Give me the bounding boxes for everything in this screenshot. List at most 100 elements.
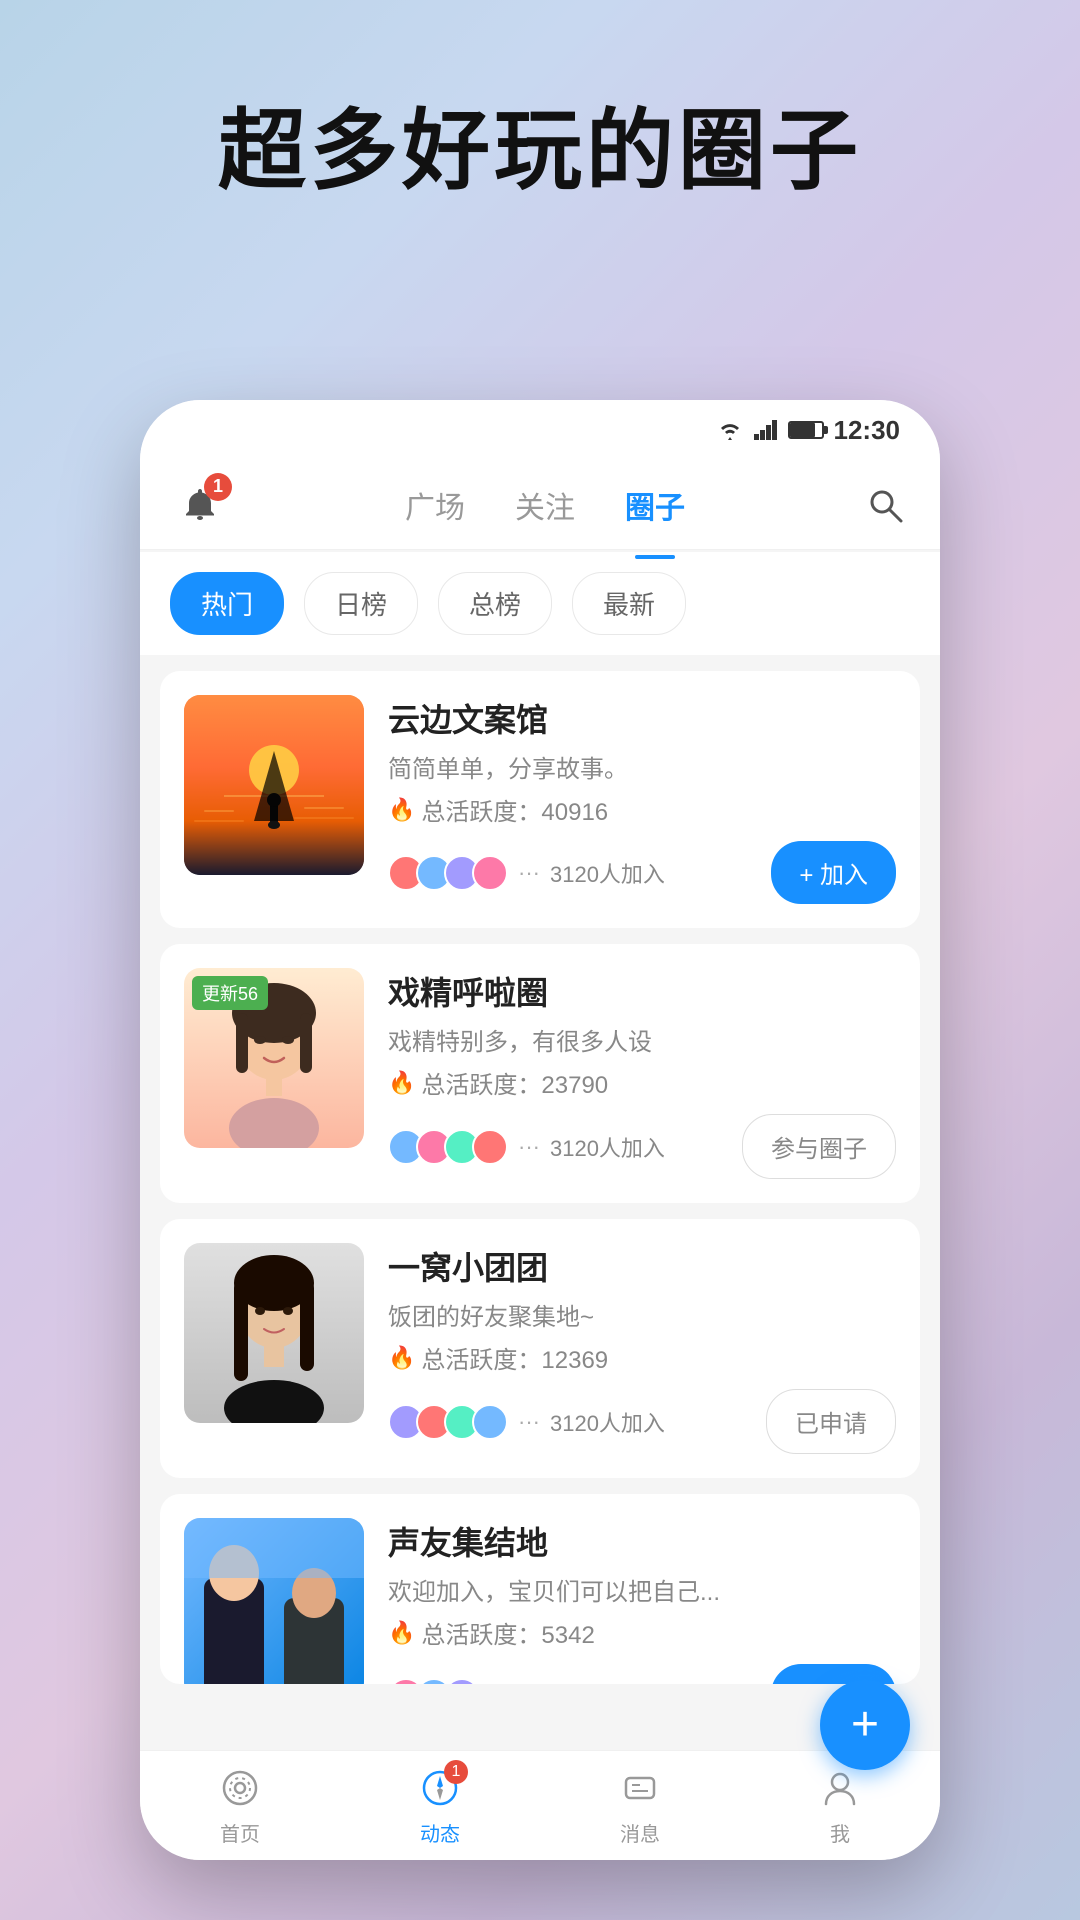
filter-total[interactable]: 总榜 [438,572,552,635]
circle-activity-3: 🔥 总活跃度：12369 [388,1340,896,1375]
circle-name-2: 戏精呼啦圈 [388,968,896,1014]
feed-icon-container: 1 [416,1764,464,1812]
member-avatars-4 [388,1678,480,1685]
join-button-3[interactable]: 已申请 [766,1389,896,1454]
member-count-4: 3120人加入 [522,1680,637,1685]
member-avatar [472,1404,508,1440]
circle-members-4: ··· 3120人加入 [388,1678,637,1685]
nav-messages[interactable]: 消息 [616,1764,664,1847]
circle-card-4: 声友集结地 欢迎加入，宝贝们可以把自己... 🔥 总活跃度：5342 ··· [160,1494,920,1684]
member-avatars-2 [388,1129,508,1165]
fire-icon-4: 🔥 [388,1620,415,1646]
hero-title: 超多好玩的圈子 [0,80,1080,207]
circle-thumb-1 [184,695,364,875]
circle-desc-2: 戏精特别多，有很多人设 [388,1022,896,1057]
message-icon [620,1768,660,1808]
search-button[interactable] [860,480,910,530]
feed-badge: 1 [444,1760,468,1784]
tab-圈子[interactable]: 圈子 [625,473,685,537]
member-avatars-1 [388,855,508,891]
nav-profile-label: 我 [830,1818,850,1847]
circle-info-3: 一窝小团团 饭团的好友聚集地~ 🔥 总活跃度：12369 ··· [388,1243,896,1454]
tab-关注[interactable]: 关注 [515,473,575,537]
circle-name-3: 一窝小团团 [388,1243,896,1289]
circle-card-2: 更新56 [160,944,920,1203]
member-avatars-3 [388,1404,508,1440]
nav-tabs: 广场 关注 圈子 [230,473,860,537]
nav-home[interactable]: 首页 [216,1764,264,1847]
member-dots: ··· [518,1134,540,1160]
member-dots: ··· [518,1409,540,1435]
nav-feed[interactable]: 1 动态 [416,1764,464,1847]
fab-icon: + [851,1701,879,1749]
circle-name-1: 云边文案馆 [388,695,896,741]
circle-bottom-3: ··· 3120人加入 已申请 [388,1389,896,1454]
signal-icon [754,420,778,440]
home-icon [220,1768,260,1808]
profile-icon-container [816,1764,864,1812]
update-badge-2: 更新56 [192,976,268,1010]
circle-desc-1: 简简单单，分享故事。 [388,749,896,784]
circle-info-4: 声友集结地 欢迎加入，宝贝们可以把自己... 🔥 总活跃度：5342 ··· [388,1518,896,1684]
filter-daily[interactable]: 日榜 [304,572,418,635]
circle-desc-3: 饭团的好友聚集地~ [388,1297,896,1332]
nav-home-label: 首页 [220,1818,260,1847]
member-avatar [472,855,508,891]
circle-card-3: 一窝小团团 饭团的好友聚集地~ 🔥 总活跃度：12369 ··· [160,1219,920,1478]
header: 1 广场 关注 圈子 [140,460,940,550]
member-avatar [472,1129,508,1165]
fire-icon-1: 🔥 [388,797,415,823]
circle-bottom-4: ··· 3120人加入 + 加入 [388,1664,896,1684]
circle-members-3: ··· 3120人加入 [388,1404,665,1440]
member-dots: ··· [518,860,540,886]
circle-members-1: ··· 3120人加入 [388,855,665,891]
circle-desc-4: 欢迎加入，宝贝们可以把自己... [388,1572,896,1607]
circle-members-2: ··· 3120人加入 [388,1129,665,1165]
circle-bottom-2: ··· 3120人加入 参与圈子 [388,1114,896,1179]
filter-latest[interactable]: 最新 [572,572,686,635]
fire-icon-3: 🔥 [388,1345,415,1371]
circle-thumb-2: 更新56 [184,968,364,1148]
messages-icon-container [616,1764,664,1812]
bell-button[interactable]: 1 [170,475,230,535]
wifi-icon [716,419,744,441]
bell-badge: 1 [204,473,232,501]
join-button-1[interactable]: + 加入 [771,841,896,904]
circle-card-1: 云边文案馆 简简单单，分享故事。 🔥 总活跃度：40916 ··· [160,671,920,928]
battery-icon [788,421,824,439]
tab-广场[interactable]: 广场 [405,473,465,537]
nav-messages-label: 消息 [620,1818,660,1847]
circle-name-4: 声友集结地 [388,1518,896,1564]
nav-profile[interactable]: 我 [816,1764,864,1847]
member-count-3: 3120人加入 [550,1406,665,1438]
member-avatar [444,1678,480,1685]
member-count-1: 3120人加入 [550,857,665,889]
content-area: 云边文案馆 简简单单，分享故事。 🔥 总活跃度：40916 ··· [140,655,940,1700]
profile-icon [820,1768,860,1808]
circle-activity-4: 🔥 总活跃度：5342 [388,1615,896,1650]
status-time: 12:30 [834,415,901,446]
circle-info-2: 戏精呼啦圈 戏精特别多，有很多人设 🔥 总活跃度：23790 ··· [388,968,896,1179]
phone-frame: 12:30 1 广场 关注 圈子 热门 日榜 总榜 最新 [140,400,940,1860]
search-icon [866,486,904,524]
circle-thumb-3 [184,1243,364,1423]
circle-bottom-1: ··· 3120人加入 + 加入 [388,841,896,904]
circle-thumb-4 [184,1518,364,1684]
filter-bar: 热门 日榜 总榜 最新 [140,552,940,655]
status-icons: 12:30 [716,415,901,446]
member-count-2: 3120人加入 [550,1131,665,1163]
filter-hot[interactable]: 热门 [170,572,284,635]
fire-icon-2: 🔥 [388,1070,415,1096]
member-avatar [416,1678,452,1685]
fab-button[interactable]: + [820,1680,910,1770]
circle-info-1: 云边文案馆 简简单单，分享故事。 🔥 总活跃度：40916 ··· [388,695,896,904]
circle-activity-1: 🔥 总活跃度：40916 [388,792,896,827]
home-icon-container [216,1764,264,1812]
join-button-2[interactable]: 参与圈子 [742,1114,896,1179]
bottom-nav: 首页 1 动态 消息 [140,1750,940,1860]
member-dots: ··· [490,1683,512,1685]
nav-feed-label: 动态 [420,1818,460,1847]
circle-activity-2: 🔥 总活跃度：23790 [388,1065,896,1100]
status-bar: 12:30 [140,400,940,460]
member-avatar [388,1678,424,1685]
